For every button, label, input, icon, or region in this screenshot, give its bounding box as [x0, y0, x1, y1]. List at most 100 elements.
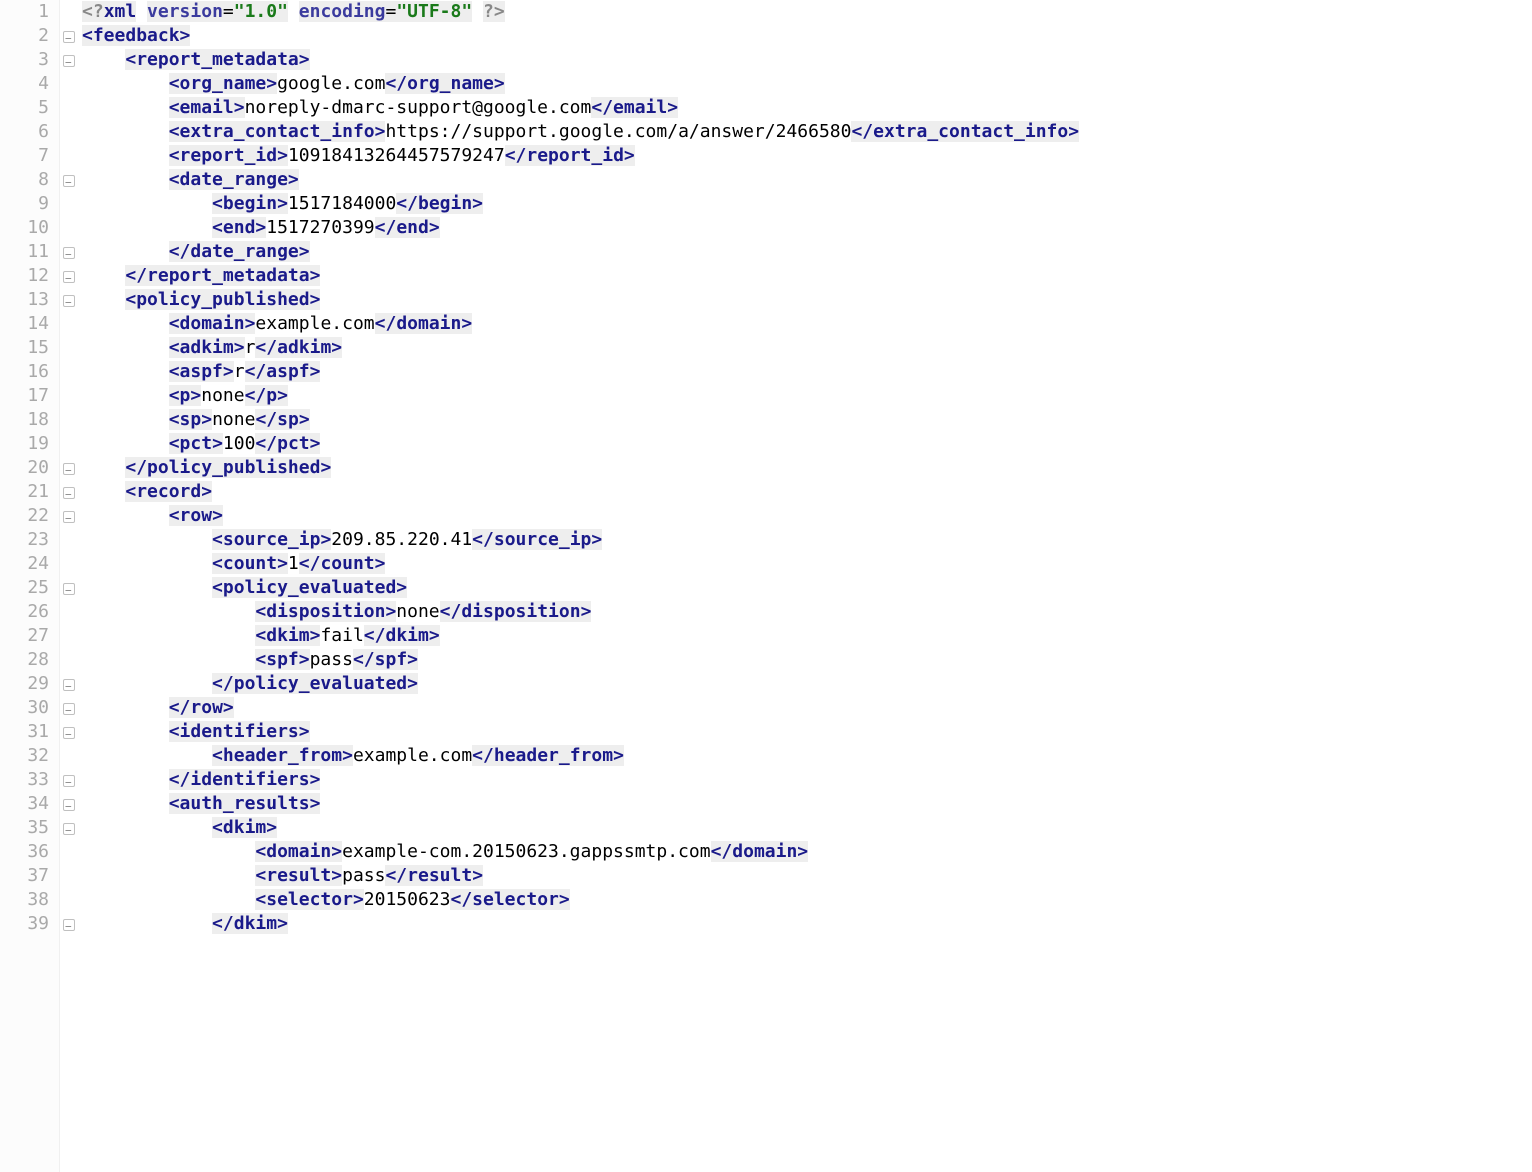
code-line[interactable]: <report_metadata>	[82, 48, 1532, 72]
code-line[interactable]: <row>	[82, 504, 1532, 528]
fold-close-icon[interactable]	[63, 703, 75, 715]
code-line[interactable]: <sp>none</sp>	[82, 408, 1532, 432]
fold-open-icon[interactable]	[63, 727, 75, 739]
code-line[interactable]: <domain>example.com</domain>	[82, 312, 1532, 336]
fold-close-icon[interactable]	[63, 679, 75, 691]
code-line[interactable]: <adkim>r</adkim>	[82, 336, 1532, 360]
code-token: >	[472, 865, 483, 886]
fold-close-icon[interactable]	[63, 271, 75, 283]
code-token: >	[461, 313, 472, 334]
code-line[interactable]: <count>1</count>	[82, 552, 1532, 576]
code-token: "UTF-8"	[396, 1, 472, 22]
code-token: extra_contact_info	[873, 121, 1068, 142]
code-token: >	[1068, 121, 1079, 142]
code-line[interactable]: <pct>100</pct>	[82, 432, 1532, 456]
line-number: 18	[0, 408, 49, 432]
code-token: <?	[82, 1, 104, 22]
code-token: >	[266, 73, 277, 94]
line-number: 27	[0, 624, 49, 648]
code-line[interactable]: <dkim>fail</dkim>	[82, 624, 1532, 648]
code-line[interactable]: <spf>pass</spf>	[82, 648, 1532, 672]
code-token: ?>	[483, 1, 505, 22]
code-line[interactable]: </row>	[82, 696, 1532, 720]
code-token: 20150623	[364, 889, 451, 910]
code-line[interactable]: <date_range>	[82, 168, 1532, 192]
code-token: <	[125, 49, 136, 70]
code-token: disposition	[461, 601, 580, 622]
fold-open-icon[interactable]	[63, 55, 75, 67]
code-line[interactable]: <record>	[82, 480, 1532, 504]
code-line[interactable]: <feedback>	[82, 24, 1532, 48]
fold-open-icon[interactable]	[63, 799, 75, 811]
code-line[interactable]: </identifiers>	[82, 768, 1532, 792]
line-number: 24	[0, 552, 49, 576]
fold-open-icon[interactable]	[63, 31, 75, 43]
code-line[interactable]: <aspf>r</aspf>	[82, 360, 1532, 384]
fold-open-icon[interactable]	[63, 511, 75, 523]
fold-close-icon[interactable]	[63, 919, 75, 931]
code-token: none	[201, 385, 244, 406]
code-token: >	[212, 505, 223, 526]
code-token: noreply-dmarc-support@google.com	[245, 97, 592, 118]
code-line[interactable]: <policy_evaluated>	[82, 576, 1532, 600]
code-line[interactable]: <end>1517270399</end>	[82, 216, 1532, 240]
code-line[interactable]: <domain>example-com.20150623.gappssmtp.c…	[82, 840, 1532, 864]
code-line[interactable]: <extra_contact_info>https://support.goog…	[82, 120, 1532, 144]
code-line[interactable]: <identifiers>	[82, 720, 1532, 744]
line-number: 26	[0, 600, 49, 624]
code-line[interactable]: <header_from>example.com</header_from>	[82, 744, 1532, 768]
line-number: 20	[0, 456, 49, 480]
code-line[interactable]: </policy_published>	[82, 456, 1532, 480]
code-line[interactable]: <email>noreply-dmarc-support@google.com<…	[82, 96, 1532, 120]
code-token: result	[407, 865, 472, 886]
code-line[interactable]: <dkim>	[82, 816, 1532, 840]
code-line[interactable]: <disposition>none</disposition>	[82, 600, 1532, 624]
code-line[interactable]: <policy_published>	[82, 288, 1532, 312]
line-number: 15	[0, 336, 49, 360]
code-line[interactable]: <p>none</p>	[82, 384, 1532, 408]
fold-open-icon[interactable]	[63, 583, 75, 595]
code-line[interactable]: <begin>1517184000</begin>	[82, 192, 1532, 216]
code-token: >	[581, 601, 592, 622]
code-line[interactable]: <source_ip>209.85.220.41</source_ip>	[82, 528, 1532, 552]
line-number: 16	[0, 360, 49, 384]
code-line[interactable]: <result>pass</result>	[82, 864, 1532, 888]
fold-open-icon[interactable]	[63, 823, 75, 835]
fold-open-icon[interactable]	[63, 487, 75, 499]
code-token: <	[169, 505, 180, 526]
code-token: >	[797, 841, 808, 862]
fold-column[interactable]	[60, 0, 80, 1172]
fold-close-icon[interactable]	[63, 463, 75, 475]
code-token: adkim	[277, 337, 331, 358]
fold-close-icon[interactable]	[63, 775, 75, 787]
code-token: >	[299, 721, 310, 742]
code-line[interactable]: </dkim>	[82, 912, 1532, 936]
code-token: >	[472, 193, 483, 214]
code-line[interactable]: <org_name>google.com</org_name>	[82, 72, 1532, 96]
code-token: >	[331, 841, 342, 862]
fold-open-icon[interactable]	[63, 175, 75, 187]
code-token: </	[450, 889, 472, 910]
code-token: <	[212, 553, 223, 574]
code-token: <	[169, 433, 180, 454]
code-token: >	[559, 889, 570, 910]
code-area[interactable]: <?xml version="1.0" encoding="UTF-8" ?><…	[80, 0, 1532, 1172]
code-editor[interactable]: 1234567891011121314151617181920212223242…	[0, 0, 1532, 1172]
code-token: </	[212, 913, 234, 934]
code-line[interactable]: <?xml version="1.0" encoding="UTF-8" ?>	[82, 0, 1532, 24]
fold-close-icon[interactable]	[63, 247, 75, 259]
code-line[interactable]: <selector>20150623</selector>	[82, 888, 1532, 912]
code-token: >	[342, 745, 353, 766]
code-line[interactable]: </policy_evaluated>	[82, 672, 1532, 696]
code-token: >	[396, 577, 407, 598]
code-line[interactable]: <report_id>10918413264457579247</report_…	[82, 144, 1532, 168]
code-line[interactable]: </date_range>	[82, 240, 1532, 264]
line-number: 19	[0, 432, 49, 456]
fold-open-icon[interactable]	[63, 295, 75, 307]
code-line[interactable]: <auth_results>	[82, 792, 1532, 816]
code-line[interactable]: </report_metadata>	[82, 264, 1532, 288]
code-token: <	[169, 145, 180, 166]
code-token: >	[223, 361, 234, 382]
code-token: policy_evaluated	[223, 577, 396, 598]
code-token: >	[375, 553, 386, 574]
